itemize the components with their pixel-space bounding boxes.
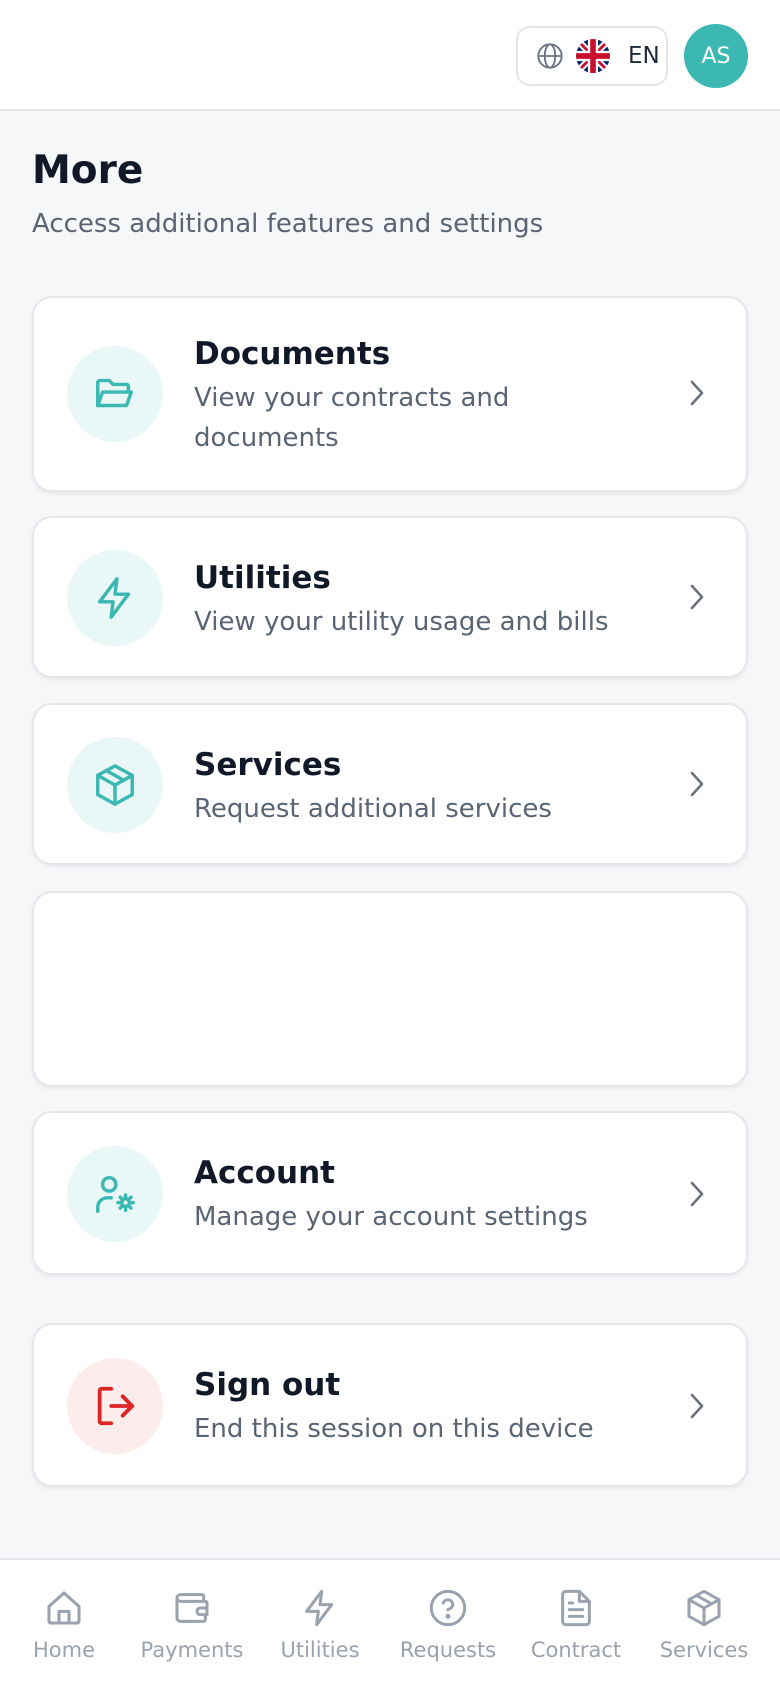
utilities-description: View your utility usage and bills: [194, 607, 609, 637]
services-description: Request additional services: [194, 794, 552, 824]
wallet-icon: [175, 1593, 209, 1623]
sign-out-icon-badge: [67, 1358, 163, 1454]
nav-home[interactable]: Home: [0, 1560, 128, 1670]
empty-card: [32, 891, 748, 1087]
nav-utilities-label: Utilities: [280, 1638, 360, 1662]
sign-out-title: Sign out: [194, 1367, 341, 1403]
lightning-icon: [305, 1589, 334, 1627]
logout-icon: [97, 1386, 135, 1426]
nav-utilities[interactable]: Utilities: [256, 1560, 384, 1670]
utilities-icon-badge: [67, 550, 163, 646]
top-bar: EN AS: [0, 0, 780, 111]
chevron-right-icon: [690, 1393, 704, 1419]
account-title: Account: [194, 1155, 335, 1191]
nav-home-label: Home: [32, 1638, 95, 1662]
services-icon-badge: [67, 737, 163, 833]
nav-payments-label: Payments: [140, 1638, 244, 1662]
nav-requests-label: Requests: [399, 1638, 497, 1662]
account-description: Manage your account settings: [194, 1202, 588, 1232]
documents-card[interactable]: Documents View your contracts and docume…: [32, 296, 748, 492]
account-icon-badge: [67, 1146, 163, 1242]
avatar[interactable]: AS: [684, 24, 748, 88]
user-settings-icon: [96, 1175, 135, 1213]
home-icon: [47, 1591, 81, 1625]
nav-payments[interactable]: Payments: [128, 1560, 256, 1670]
uk-flag-icon: [576, 39, 610, 73]
folder-icon: [96, 378, 134, 408]
sign-out-description: End this session on this device: [194, 1414, 594, 1444]
chevron-right-icon: [690, 584, 704, 610]
documents-description: View your contracts and documents: [194, 383, 510, 453]
documents-icon-badge: [67, 346, 163, 442]
nav-services-label: Services: [659, 1638, 749, 1662]
bottom-nav: Home Payments Utilities Requests Contrac…: [0, 1558, 780, 1688]
nav-services[interactable]: Services: [640, 1560, 768, 1670]
page-title: More: [32, 148, 144, 193]
sign-out-card[interactable]: Sign out End this session on this device: [32, 1323, 748, 1487]
nav-requests[interactable]: Requests: [384, 1560, 512, 1670]
utilities-title: Utilities: [194, 560, 331, 596]
language-selector[interactable]: EN: [516, 26, 668, 86]
nav-contract[interactable]: Contract: [512, 1560, 640, 1670]
document-icon: [561, 1589, 591, 1627]
lightning-icon: [97, 577, 131, 619]
chevron-right-icon: [690, 771, 704, 797]
utilities-card[interactable]: Utilities View your utility usage and bi…: [32, 516, 748, 678]
services-card[interactable]: Services Request additional services: [32, 703, 748, 865]
globe-icon: [537, 43, 563, 69]
services-title: Services: [194, 747, 342, 783]
question-circle-icon: [429, 1589, 467, 1627]
chevron-right-icon: [690, 1181, 704, 1207]
language-code: EN: [628, 43, 660, 69]
package-icon: [687, 1589, 721, 1627]
package-icon: [96, 764, 134, 806]
documents-title: Documents: [194, 336, 391, 372]
page-subtitle: Access additional features and settings: [32, 209, 544, 239]
chevron-right-icon: [690, 380, 704, 406]
account-card[interactable]: Account Manage your account settings: [32, 1111, 748, 1275]
nav-contract-label: Contract: [530, 1638, 622, 1662]
